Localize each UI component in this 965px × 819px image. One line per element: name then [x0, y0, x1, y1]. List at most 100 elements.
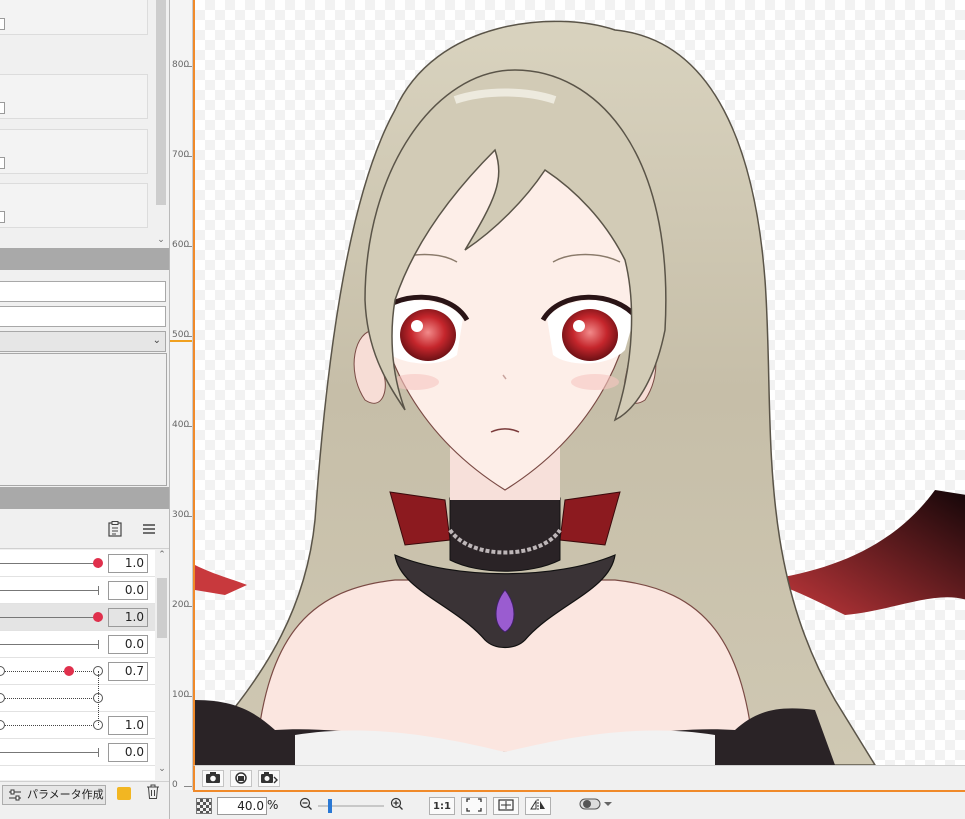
parameter-value-input[interactable]: 1.0	[108, 716, 148, 735]
property-checkbox[interactable]	[0, 157, 5, 169]
editor-window: ⌄ ⌄ 1.0 0.0 1.0 0.0 0.7 1.0 0.0 ⌃ ⌄ パラメー…	[0, 0, 965, 819]
ruler-marker	[170, 340, 192, 342]
parameter-slider-track[interactable]	[0, 698, 98, 699]
camera-icon[interactable]	[202, 770, 224, 787]
property-box	[0, 183, 148, 228]
description-area[interactable]	[0, 353, 167, 486]
flip-view-icon[interactable]	[525, 797, 551, 815]
keyform-point[interactable]	[0, 720, 5, 730]
zoom-slider[interactable]	[318, 799, 384, 813]
parameter-toolbar	[0, 509, 169, 549]
parameter-value-input[interactable]: 1.0	[108, 554, 148, 573]
ruler-tick	[184, 606, 192, 607]
parameter-list: 1.0 0.0 1.0 0.0 0.7 1.0 0.0	[0, 550, 155, 780]
parameter-slider-knob[interactable]	[93, 558, 103, 568]
capture-toolbar	[193, 765, 965, 790]
slider-end-tick	[98, 586, 99, 595]
parameter-slider-knob[interactable]	[93, 612, 103, 622]
parameter-row[interactable]: 1.0	[0, 712, 155, 739]
create-parameter-label: パラメータ作成	[27, 788, 104, 801]
parameter-slider-track[interactable]	[0, 725, 98, 726]
trash-icon[interactable]	[146, 784, 160, 804]
parameter-slider-track[interactable]	[0, 590, 98, 591]
ruler-tick	[184, 516, 192, 517]
parameter-slider-track[interactable]	[0, 563, 98, 564]
scroll-up-icon[interactable]: ⌃	[157, 550, 167, 560]
parameter-row[interactable]: 0.7	[0, 658, 155, 685]
left-panel: ⌄ ⌄ 1.0 0.0 1.0 0.0 0.7 1.0 0.0 ⌃ ⌄ パラメー…	[0, 0, 170, 819]
ruler-label: 500	[172, 330, 190, 340]
ruler-tick	[184, 786, 192, 787]
ruler-label: 100	[172, 690, 190, 700]
vertical-ruler[interactable]: 800 700 600 500 400 300 200 100 0	[170, 0, 193, 790]
parameter-value-input[interactable]: 0.7	[108, 662, 148, 681]
parameter-slider-track[interactable]	[0, 671, 98, 672]
camera-export-icon[interactable]	[258, 770, 280, 787]
parameter-slider-track[interactable]	[0, 752, 98, 753]
parameter-row[interactable]: 1.0	[0, 550, 155, 577]
display-toggle-icon[interactable]	[578, 797, 614, 815]
zoom-slider-knob[interactable]	[328, 799, 332, 813]
ruler-tick	[184, 246, 192, 247]
ruler-tick	[184, 336, 192, 337]
parameter-value-input[interactable]: 0.0	[108, 581, 148, 600]
property-checkbox[interactable]	[0, 211, 5, 223]
checkerboard-icon[interactable]	[196, 798, 212, 814]
ruler-label: 200	[172, 600, 190, 610]
ruler-label: 800	[172, 60, 190, 70]
property-checkbox[interactable]	[0, 18, 5, 30]
parameter-bottom-bar: パラメータ作成	[0, 781, 169, 819]
ruler-tick	[184, 156, 192, 157]
id-field[interactable]	[0, 306, 166, 327]
chevron-down-icon: ⌄	[152, 335, 161, 346]
fit-to-window-icon[interactable]	[461, 797, 487, 815]
view-status-bar: 40.0 % 1:1	[193, 790, 965, 819]
folder-icon[interactable]	[117, 787, 131, 800]
slider-end-tick	[98, 640, 99, 649]
parameter-row[interactable]: 0.0	[0, 739, 155, 766]
parameter-scrollbar[interactable]: ⌃ ⌄	[155, 550, 169, 780]
parameter-row[interactable]: 0.0	[0, 631, 155, 658]
property-box	[0, 0, 148, 35]
keyform-point[interactable]	[0, 693, 5, 703]
ruler-tick	[184, 66, 192, 67]
ruler-label: 400	[172, 420, 190, 430]
slider-end-tick	[98, 748, 99, 757]
ruler-tick	[184, 696, 192, 697]
keyform-point[interactable]	[0, 666, 5, 676]
name-field[interactable]	[0, 281, 166, 302]
scrollbar-thumb[interactable]	[156, 0, 166, 205]
create-parameter-button[interactable]: パラメータ作成	[2, 785, 106, 805]
parameter-slider-track[interactable]	[0, 644, 98, 645]
model-illustration	[195, 20, 965, 765]
menu-icon[interactable]	[140, 520, 158, 538]
parameter-value-input[interactable]: 0.0	[108, 635, 148, 654]
panel-header	[0, 248, 169, 270]
parameter-slider-track[interactable]	[0, 617, 98, 618]
parameter-row[interactable]	[0, 685, 155, 712]
scroll-down-icon[interactable]: ⌄	[157, 764, 167, 774]
parameter-settings-icon[interactable]	[106, 520, 124, 538]
parameter-value-input[interactable]: 1.0	[108, 608, 148, 627]
properties-scrollbar[interactable]: ⌄	[155, 0, 167, 246]
scrollbar-thumb[interactable]	[157, 578, 167, 638]
zoom-out-icon[interactable]	[298, 797, 314, 815]
ruler-label: 0	[172, 780, 178, 790]
canvas-viewport[interactable]	[193, 0, 965, 765]
scroll-down-icon[interactable]: ⌄	[156, 234, 166, 246]
ruler-tick	[184, 426, 192, 427]
property-checkbox[interactable]	[0, 102, 5, 114]
ruler-label: 600	[172, 240, 190, 250]
camera-rotate-icon[interactable]	[230, 770, 252, 787]
fit-width-icon[interactable]	[493, 797, 519, 815]
parameter-row[interactable]: 1.0	[0, 604, 155, 631]
zoom-in-icon[interactable]	[389, 797, 405, 815]
zoom-input[interactable]: 40.0	[217, 797, 267, 815]
parameter-row[interactable]: 0.0	[0, 577, 155, 604]
keyform-connector	[98, 671, 99, 725]
property-box	[0, 74, 148, 119]
group-select[interactable]: ⌄	[0, 331, 166, 352]
parameter-slider-knob[interactable]	[63, 666, 74, 676]
actual-size-button[interactable]: 1:1	[429, 797, 455, 815]
parameter-value-input[interactable]: 0.0	[108, 743, 148, 762]
